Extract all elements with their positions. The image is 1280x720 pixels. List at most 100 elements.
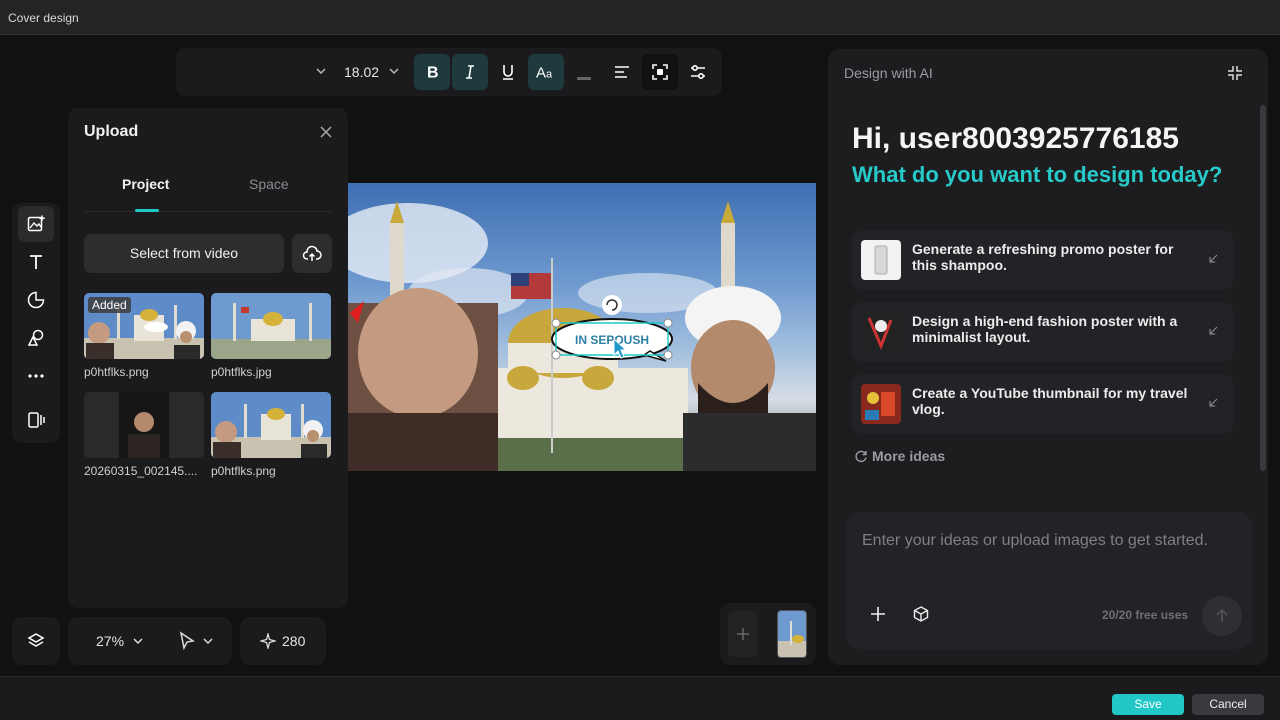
idea-thumbnail <box>861 240 901 280</box>
left-tool-rail <box>12 203 60 443</box>
added-badge: Added <box>88 297 131 313</box>
more-icon <box>28 374 44 378</box>
italic-icon <box>466 65 474 79</box>
rail-item-upload[interactable] <box>18 206 54 242</box>
idea-card[interactable]: Design a high-end fashion poster with a … <box>852 303 1233 361</box>
active-tab-indicator <box>135 209 159 212</box>
more-ideas-label: More ideas <box>872 448 946 464</box>
prompt-placeholder[interactable]: Enter your ideas or upload images to get… <box>862 532 1208 550</box>
underline-icon <box>503 65 513 80</box>
save-button[interactable]: Save <box>1112 694 1184 715</box>
idea-card[interactable]: Create a YouTube thumbnail for my travel… <box>852 375 1233 433</box>
rail-item-layout[interactable] <box>18 402 54 438</box>
text-color-button[interactable] <box>566 54 602 90</box>
credits-button[interactable]: 280 <box>240 617 326 665</box>
thumbnail-image <box>211 293 331 359</box>
canvas-image: IN SEPOUSH <box>348 201 816 471</box>
cancel-button[interactable]: Cancel <box>1192 694 1264 715</box>
thumbnail-label: 20260315_002145.... <box>84 464 198 478</box>
upload-thumbnail[interactable] <box>211 392 331 458</box>
page-thumbnail-image <box>778 611 806 657</box>
greeting: Hi, user8003925776185 <box>852 122 1179 155</box>
adjust-icon <box>691 64 705 80</box>
design-with-ai-panel: Design with AI Hi, user8003925776185 Wha… <box>828 49 1268 665</box>
prompt-box[interactable]: Enter your ideas or upload images to get… <box>846 512 1252 649</box>
arrow-down-left-icon <box>1209 326 1218 335</box>
upload-panel: Upload Project Space Select from video A… <box>68 108 348 608</box>
layers-icon <box>27 633 45 647</box>
rail-item-stickers[interactable] <box>18 282 54 318</box>
font-size-select[interactable]: 18.02 <box>338 56 404 88</box>
thumbnail-label: p0htflks.png <box>84 365 149 379</box>
idea-text: Create a YouTube thumbnail for my travel… <box>912 385 1188 417</box>
footer-bar <box>0 676 1280 720</box>
sparkle-icon <box>260 633 276 649</box>
credits-value: 280 <box>282 633 306 649</box>
text-case-button[interactable]: Aa <box>528 54 564 90</box>
thumbnail-image <box>119 392 169 458</box>
svg-text:a: a <box>546 69 553 81</box>
upload-button[interactable] <box>292 234 332 273</box>
canvas-text-box[interactable]: IN SEPOUSH <box>575 333 649 347</box>
cloud-upload-icon <box>302 245 322 261</box>
greeting-subheading: What do you want to design today? <box>852 162 1223 187</box>
chevron-down-icon <box>389 68 399 75</box>
arrow-up-icon <box>1216 608 1228 622</box>
collapse-icon[interactable] <box>1226 64 1244 82</box>
pointer-icon[interactable] <box>178 631 196 651</box>
thumbnail-label: p0htflks.png <box>211 464 276 478</box>
font-size-value: 18.02 <box>344 64 380 80</box>
window-title: Cover design <box>8 11 79 25</box>
refresh-icon <box>855 450 867 463</box>
send-button[interactable] <box>1202 596 1242 636</box>
bold-button[interactable]: B <box>414 54 450 90</box>
arrow-down-left-icon <box>1209 254 1218 263</box>
zoom-control: 27% <box>68 617 232 665</box>
tab-space[interactable]: Space <box>249 176 289 192</box>
zoom-value[interactable]: 27% <box>96 633 124 649</box>
text-toolbar: 18.02 B Aa <box>176 48 722 96</box>
close-icon[interactable] <box>318 124 334 140</box>
add-page-button[interactable] <box>728 611 758 657</box>
chevron-down-icon <box>316 68 326 75</box>
arrow-down-left-icon <box>1209 398 1218 407</box>
idea-thumbnail <box>861 384 901 424</box>
rail-item-more[interactable] <box>18 358 54 394</box>
tab-project[interactable]: Project <box>122 176 169 192</box>
scrollbar[interactable] <box>1260 105 1266 471</box>
sticker-icon <box>27 291 45 309</box>
idea-card[interactable]: Generate a refreshing promo poster for t… <box>852 231 1233 289</box>
idea-text: Generate a refreshing promo poster for t… <box>912 241 1174 273</box>
cube-icon[interactable] <box>912 605 930 623</box>
svg-text:A: A <box>536 65 546 82</box>
rail-item-shapes[interactable] <box>18 320 54 356</box>
select-from-video-button[interactable]: Select from video <box>84 234 284 273</box>
plus-icon <box>737 628 749 640</box>
upload-tabs: Project Space <box>84 170 332 212</box>
crop-icon <box>652 64 668 80</box>
chevron-down-icon[interactable] <box>202 635 214 647</box>
bold-icon: B <box>427 65 439 82</box>
crop-button[interactable] <box>642 54 678 90</box>
align-button[interactable] <box>604 54 640 90</box>
more-ideas-button[interactable]: More ideas <box>854 448 945 464</box>
upload-thumbnail[interactable]: Added <box>84 293 204 359</box>
thumbnail-image <box>211 392 331 458</box>
design-canvas[interactable]: IN SEPOUSH <box>348 183 816 471</box>
add-attachment-icon[interactable] <box>868 604 888 624</box>
page-strip <box>720 603 816 665</box>
page-thumbnail[interactable] <box>777 610 807 658</box>
italic-button[interactable] <box>452 54 488 90</box>
layout-icon <box>28 412 45 428</box>
upload-thumbnail[interactable] <box>84 392 204 458</box>
underline-button[interactable] <box>490 54 526 90</box>
upload-thumbnail[interactable] <box>211 293 331 359</box>
rail-item-text[interactable] <box>18 244 54 280</box>
font-family-select[interactable] <box>186 56 336 88</box>
text-case-icon: Aa <box>536 65 553 82</box>
idea-text: Design a high-end fashion poster with a … <box>912 313 1178 345</box>
chevron-down-icon[interactable] <box>132 635 144 647</box>
idea-thumbnail <box>861 312 901 352</box>
adjust-button[interactable] <box>680 54 716 90</box>
layers-button[interactable] <box>12 617 60 665</box>
